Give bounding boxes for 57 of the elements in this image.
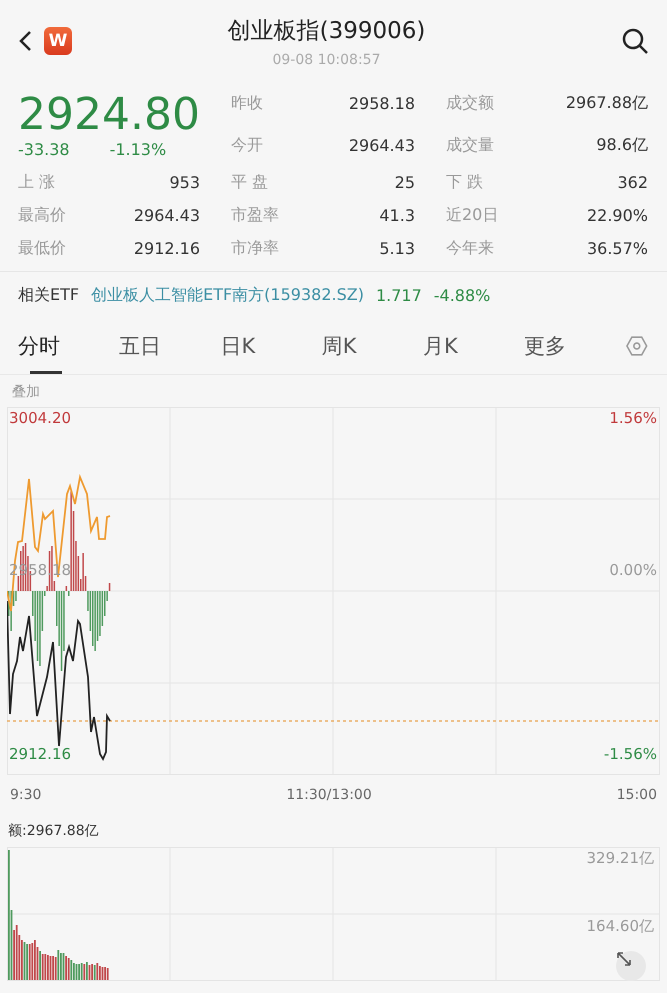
stat-value: 5.13: [379, 239, 415, 258]
search-icon[interactable]: [621, 27, 649, 55]
stat-value: 36.57%: [586, 239, 648, 258]
chart-tab[interactable]: 月K: [422, 318, 524, 374]
stat-value: 2964.43: [134, 206, 200, 225]
last-price: 2924.80: [18, 90, 200, 140]
stat-value: 98.6亿: [596, 134, 648, 156]
etf-price: 1.717: [376, 286, 422, 304]
stat-value: 2912.16: [134, 239, 200, 258]
update-time: 09-08 10:08:57: [272, 52, 380, 68]
volume-label: 额:2967.88亿: [7, 822, 100, 841]
back-icon[interactable]: [18, 30, 32, 52]
time-label: 11:30/13:00: [286, 787, 372, 803]
stat-label: 最高价: [18, 205, 66, 226]
stat-value: 22.90%: [586, 206, 648, 225]
stat-label: 成交额: [446, 92, 494, 114]
axis-label: 2912.16: [9, 745, 72, 763]
stat-value: 41.3: [379, 206, 415, 225]
etf-link[interactable]: 创业板人工智能ETF南方(159382.SZ): [91, 284, 364, 306]
stat-value: 2958.18: [348, 94, 415, 112]
time-label: 9:30: [10, 787, 42, 803]
etf-label: 相关ETF: [18, 284, 80, 306]
stat-label: 今年来: [446, 238, 494, 259]
stat-label: 近20日: [446, 205, 498, 226]
app-logo[interactable]: W: [44, 27, 72, 55]
stat-label: 昨收: [231, 92, 263, 114]
axis-label: 164.60亿: [586, 917, 654, 936]
chart-tab[interactable]: 分时: [18, 318, 120, 374]
stat-value: 2964.43: [348, 136, 415, 154]
stat-label: 最低价: [18, 238, 66, 259]
stat-label: 平 盘: [231, 172, 268, 193]
stat-label: 市盈率: [231, 205, 279, 226]
stat-value: 2967.88亿: [566, 92, 648, 114]
chart-tab[interactable]: 日K: [220, 318, 322, 374]
stat-label: 市净率: [231, 238, 279, 259]
stat-label: 成交量: [446, 134, 494, 156]
axis-label: -1.56%: [604, 745, 657, 763]
stat-label: 下 跌: [446, 172, 484, 193]
price-change: -33.38: [18, 140, 70, 158]
chart-tab[interactable]: 周K: [322, 318, 423, 374]
expand-icon[interactable]: [616, 951, 646, 981]
axis-label: 329.21亿: [586, 849, 654, 868]
change-percent: -1.13%: [110, 140, 166, 158]
stat-value: 25: [394, 173, 415, 192]
stat-value: 953: [169, 173, 200, 192]
chart-tab[interactable]: 五日: [119, 318, 220, 374]
etf-change: -4.88%: [434, 286, 490, 304]
time-label: 15:00: [616, 787, 657, 803]
axis-label: 1.56%: [609, 409, 657, 427]
index-title: 创业板指(399006): [228, 16, 426, 46]
stat-label: 今开: [231, 134, 263, 156]
axis-label: 3004.20: [9, 409, 72, 427]
stat-value: 362: [617, 173, 648, 192]
stat-label: 上 涨: [18, 172, 56, 193]
chart-tab[interactable]: 更多: [524, 318, 626, 374]
settings-icon[interactable]: [625, 334, 649, 358]
axis-label: 0.00%: [609, 561, 657, 579]
